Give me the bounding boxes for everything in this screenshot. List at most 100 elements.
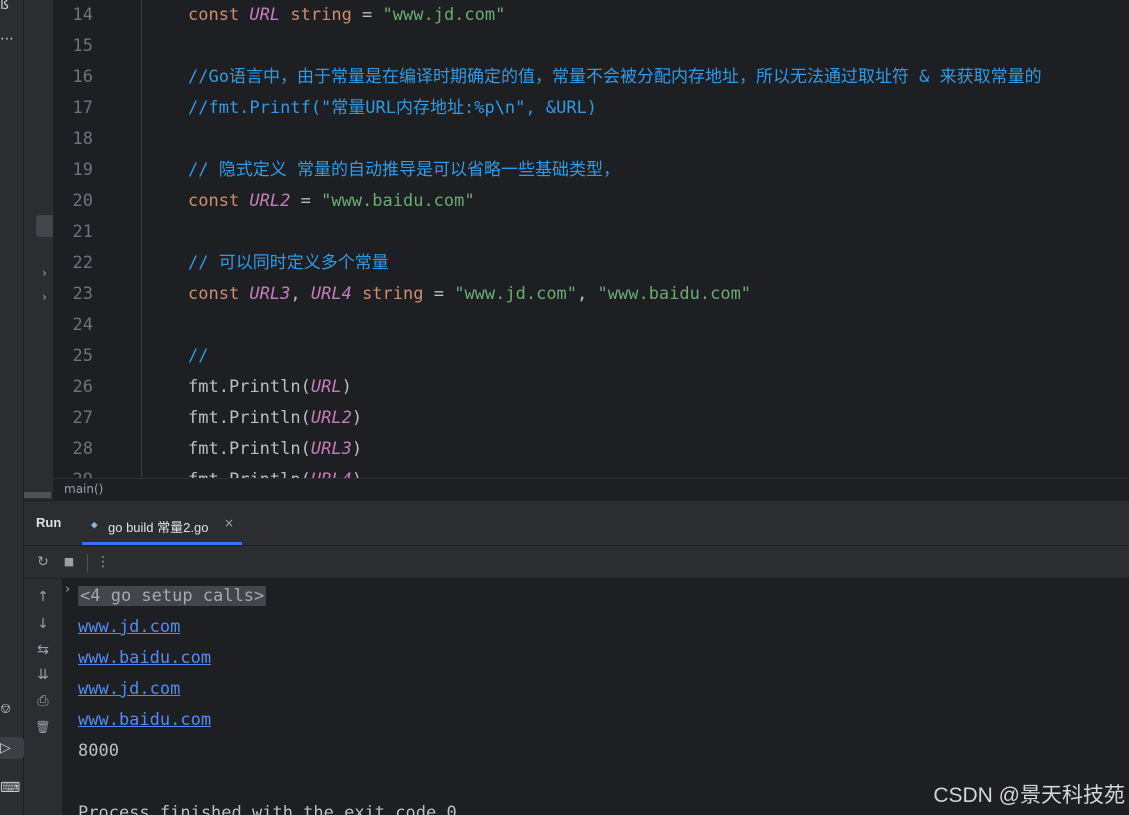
code-token: , (577, 284, 598, 304)
code-line[interactable]: 16 //Go语言中，由于常量是在编译时期确定的值，常量不会被分配内存地址，所以无… (53, 62, 1129, 93)
code-line[interactable]: 14 const URL string = "www.jd.com" (53, 0, 1129, 31)
tool-window-strip: ß ⋯ ⎊ ▷ ⌨ (0, 0, 24, 815)
close-icon[interactable]: × (224, 516, 234, 530)
code-token: ) (351, 439, 363, 459)
trash-icon[interactable]: 🗑 (33, 717, 53, 737)
line-number: 28 (72, 439, 93, 459)
code-text: // 隐式定义 常量的自动推导是可以省略一些基础类型， (188, 155, 620, 186)
structure-icon[interactable]: ß (0, 0, 24, 16)
code-line[interactable]: 21 (53, 217, 1129, 248)
rerun-icon[interactable]: ↻ (34, 553, 52, 571)
code-token: ( (300, 377, 311, 397)
code-line[interactable]: 19 // 隐式定义 常量的自动推导是可以省略一些基础类型， (53, 155, 1129, 186)
code-token: . (218, 377, 229, 397)
output-number: 8000 (78, 741, 119, 761)
stop-icon[interactable]: ■ (60, 553, 78, 571)
code-editor[interactable]: 14 const URL string = "www.jd.com" 15 16 //G… (53, 0, 1129, 478)
line-number: 24 (72, 315, 93, 335)
code-token: = (423, 284, 455, 304)
tab-go-build[interactable]: ◆ go build 常量2.go × (82, 507, 242, 545)
code-text: //Go语言中，由于常量是在编译时期确定的值，常量不会被分配内存地址，所以无法通… (188, 62, 1042, 93)
code-token: fmt (188, 470, 219, 478)
code-token: // 隐式定义 常量的自动推导是可以省略一些基础类型， (188, 160, 620, 180)
code-line[interactable]: 18 (53, 124, 1129, 155)
run-panel-title: Run (36, 515, 62, 530)
code-token: URL2 (310, 408, 352, 428)
line-number: 25 (72, 346, 93, 366)
code-token: = (351, 5, 383, 25)
code-line[interactable]: 28 fmt.Println(URL3) (53, 434, 1129, 465)
output-link[interactable]: www.jd.com (78, 612, 180, 643)
chevron-right-icon[interactable]: › (36, 287, 53, 307)
debug-icon[interactable]: ⎊ (0, 698, 24, 720)
code-token: . (218, 408, 229, 428)
tab-label: go build 常量2.go (108, 520, 209, 535)
line-number: 20 (72, 191, 93, 211)
scroll-to-end-icon[interactable]: ⇊ (33, 665, 53, 685)
selected-tree-item[interactable] (36, 215, 53, 237)
code-token: URL2 (249, 191, 291, 211)
line-number: 29 (53, 465, 93, 478)
code-token: "www.baidu.com" (321, 191, 475, 211)
code-token: const (188, 191, 250, 211)
line-number: 27 (72, 408, 93, 428)
code-line[interactable]: 23 const URL3, URL4 string = "www.jd.com"… (53, 279, 1129, 310)
code-token: URL4 (310, 284, 352, 304)
code-token: . (219, 470, 229, 478)
code-token: fmt (188, 377, 219, 397)
line-number: 18 (72, 129, 93, 149)
code-line[interactable]: 27 fmt.Println(URL2) (53, 403, 1129, 434)
print-icon[interactable]: ⎙ (33, 691, 53, 711)
code-line[interactable]: 26 fmt.Println(URL) (53, 372, 1129, 403)
code-token: fmt (188, 408, 219, 428)
code-line[interactable]: 15 (53, 31, 1129, 62)
code-token: URL (249, 5, 281, 25)
line-number: 19 (72, 160, 93, 180)
chevron-right-icon[interactable]: › (65, 582, 70, 597)
breadcrumb-function[interactable]: main() (64, 482, 103, 496)
code-line[interactable]: 22 // 可以同时定义多个常量 (53, 248, 1129, 279)
output-link[interactable]: www.baidu.com (78, 705, 211, 736)
arrow-down-icon[interactable]: ↓ (33, 614, 53, 634)
more-options-icon[interactable]: ⋮ (94, 553, 112, 571)
code-text: //fmt.Printf("常量URL内存地址:%p\n", &URL) (188, 93, 597, 124)
code-line[interactable]: 29 fmt.Println(URL4) (53, 465, 1129, 478)
code-token: URL3 (310, 439, 352, 459)
code-text: // 可以同时定义多个常量 (188, 248, 389, 279)
output-link[interactable]: www.jd.com (78, 674, 180, 705)
line-number: 17 (72, 98, 93, 118)
more-tools-icon[interactable]: ⋯ (0, 28, 24, 50)
go-build-icon: ◆ (91, 518, 98, 531)
soft-wrap-icon[interactable]: ⇆ (33, 640, 53, 660)
project-panel: › › (24, 0, 53, 500)
arrow-up-icon[interactable]: ↑ (33, 587, 53, 607)
process-finished-message: Process finished with the exit code 0 (78, 803, 457, 815)
code-token: Println (229, 470, 301, 478)
code-token: // 可以同时定义多个常量 (188, 253, 389, 273)
code-token: fmt (188, 439, 219, 459)
code-token: ) (341, 377, 352, 397)
code-line[interactable]: 25 // (53, 341, 1129, 372)
code-token: // (188, 346, 209, 366)
code-token: const (188, 5, 250, 25)
line-number: 15 (72, 36, 93, 56)
code-token: "www.baidu.com" (597, 284, 752, 304)
run-tool-window: Run ◆ go build 常量2.go × ↻ ■ ⋮ ↑ ↓ ⇆ ⇊ ⎙ … (24, 500, 1129, 815)
terminal-icon[interactable]: ⌨ (0, 777, 24, 799)
output-link[interactable]: www.baidu.com (78, 643, 211, 674)
code-token: Println (228, 439, 301, 459)
chevron-right-icon[interactable]: › (36, 263, 53, 283)
setup-calls-fold[interactable]: <4 go setup calls> (78, 581, 267, 612)
line-number: 16 (72, 67, 93, 87)
run-toolbar: ↻ ■ ⋮ (24, 545, 1129, 579)
horizontal-scrollbar[interactable] (24, 492, 51, 498)
code-text: fmt.Println(URL3) (188, 434, 362, 465)
code-text: const URL3, URL4 string = "www.jd.com", … (188, 279, 751, 310)
code-line[interactable]: 20 const URL2 = "www.baidu.com" (53, 186, 1129, 217)
breadcrumb[interactable]: main() (53, 478, 1129, 500)
code-line[interactable]: 17 //fmt.Printf("常量URL内存地址:%p\n", &URL) (53, 93, 1129, 124)
code-line[interactable]: 24 (53, 310, 1129, 341)
toolbar-divider (87, 554, 88, 572)
run-tool-icon[interactable]: ▷ (0, 737, 24, 759)
